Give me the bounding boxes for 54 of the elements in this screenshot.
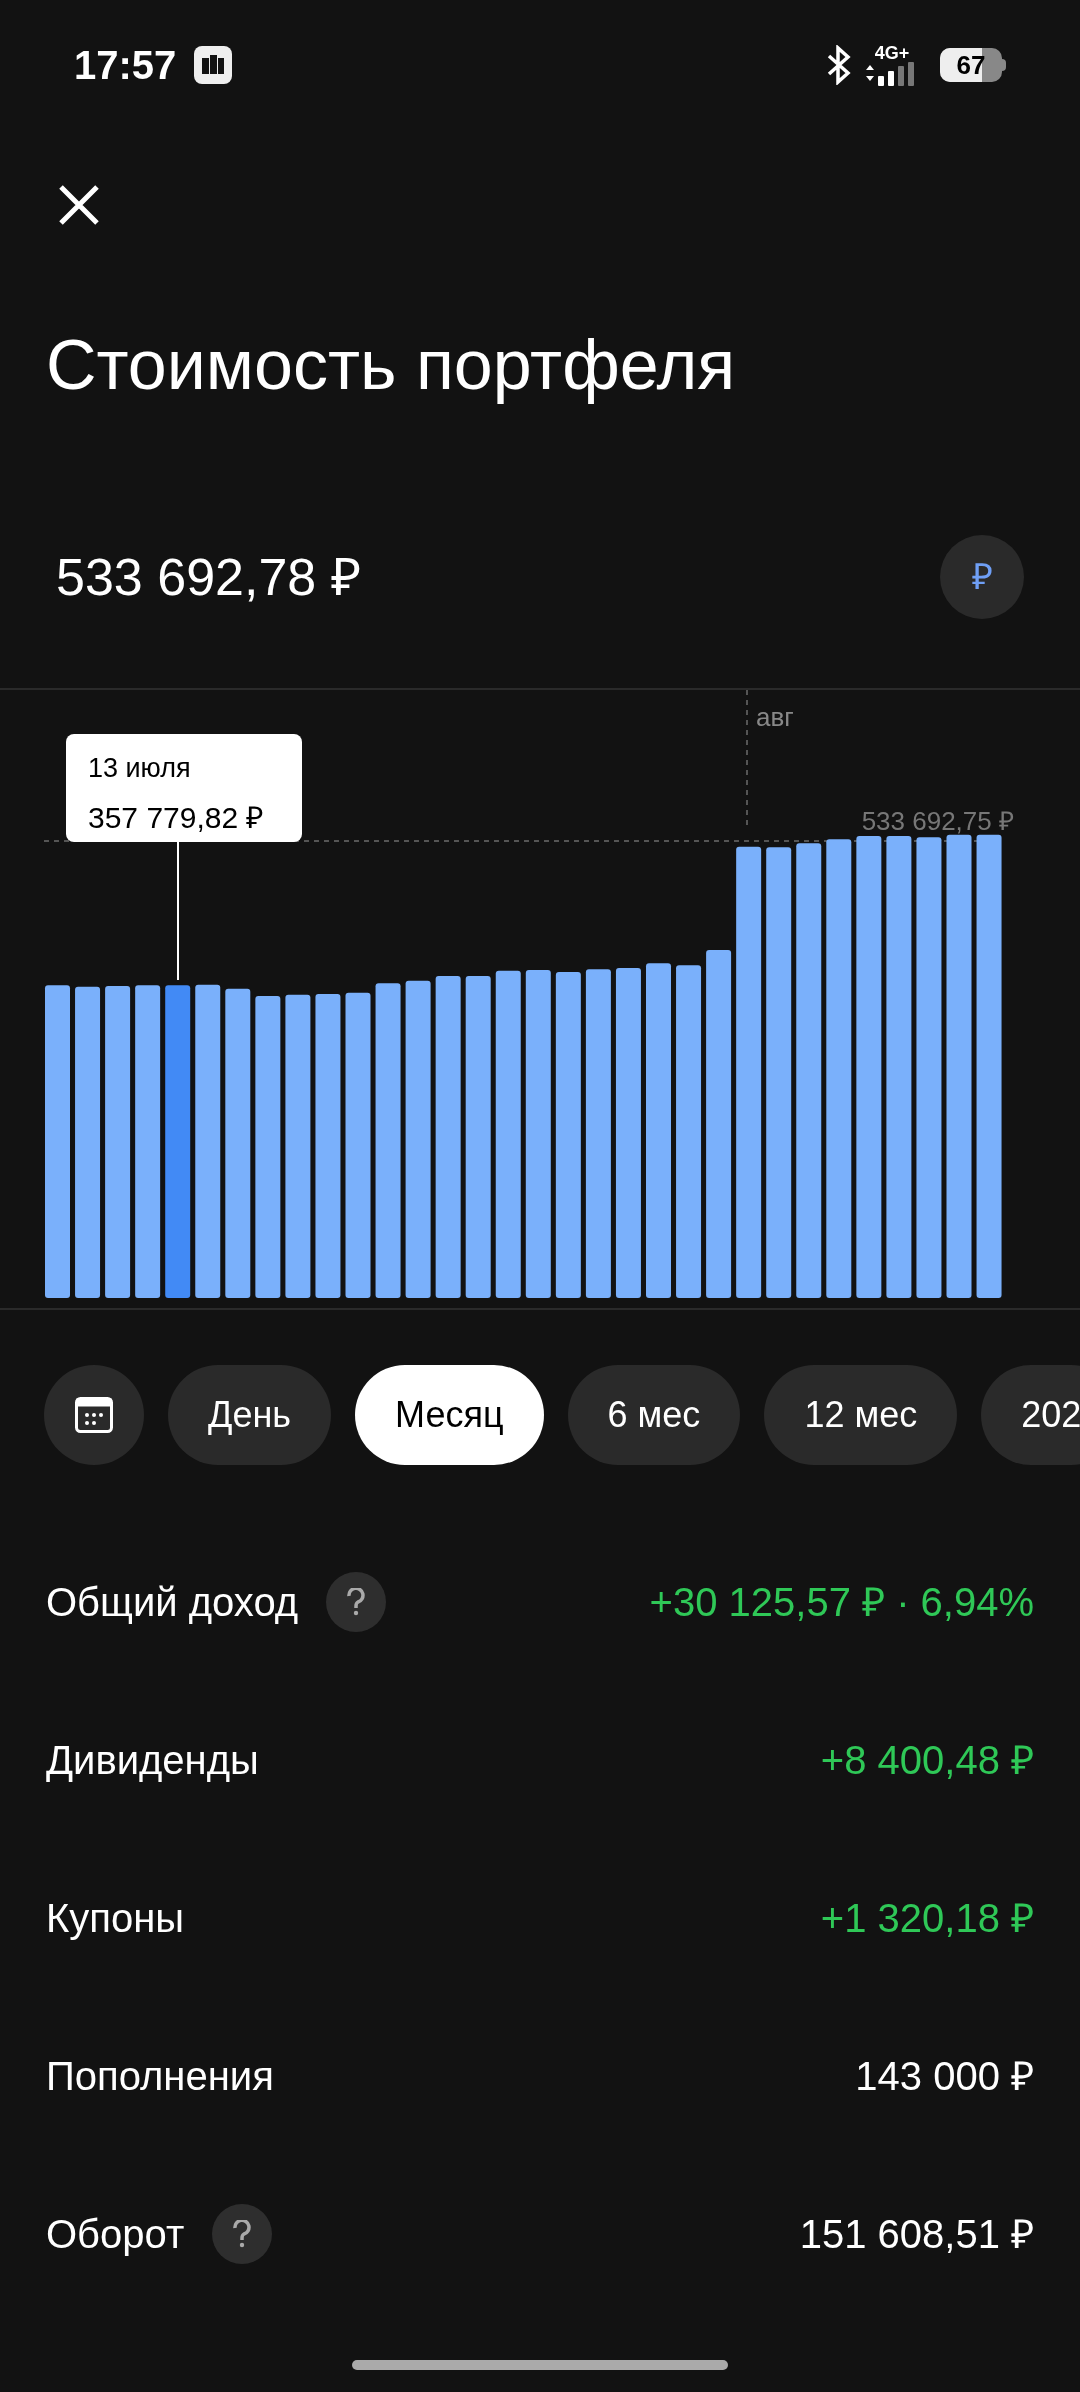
tooltip-value: 357 779,82 ₽ xyxy=(88,799,265,836)
chart-bar[interactable] xyxy=(285,994,311,1298)
stat-value: +8 400,48 ₽ xyxy=(820,1737,1034,1784)
stat-label: Оборот xyxy=(46,2211,185,2258)
bluetooth-icon xyxy=(826,45,852,85)
chart-bar[interactable] xyxy=(886,836,912,1298)
chart-bar[interactable] xyxy=(225,988,251,1298)
chart-bar[interactable] xyxy=(615,968,641,1298)
chart-bar[interactable] xyxy=(405,980,431,1298)
chart-bar[interactable] xyxy=(736,846,762,1298)
chart-bar[interactable] xyxy=(706,950,732,1298)
period-tab[interactable]: 6 мес xyxy=(567,1365,741,1465)
currency-button[interactable]: ₽ xyxy=(940,535,1024,619)
question-icon xyxy=(233,2220,252,2248)
chart-bar[interactable] xyxy=(585,969,611,1298)
stat-label: Общий доход xyxy=(46,1579,299,1626)
chart-bar[interactable] xyxy=(495,970,521,1298)
app-notification-icon xyxy=(194,46,233,84)
stat-label: Купоны xyxy=(46,1895,185,1942)
chart-bar[interactable] xyxy=(75,986,101,1298)
month-label: авг xyxy=(756,701,794,734)
chart-bar[interactable] xyxy=(105,986,131,1298)
stat-value: +1 320,18 ₽ xyxy=(820,1895,1034,1942)
chart-bar[interactable] xyxy=(796,843,822,1298)
stat-value: +30 125,57 ₽ · 6,94% xyxy=(649,1579,1034,1626)
chart-bar[interactable] xyxy=(826,839,852,1298)
tooltip-date: 13 июля xyxy=(88,752,192,785)
period-tab[interactable]: 12 мес xyxy=(764,1365,958,1465)
network-type: 4G+ xyxy=(874,44,910,62)
chart-bar[interactable] xyxy=(435,976,461,1298)
stat-label: Дивиденды xyxy=(46,1737,259,1784)
chart-bar[interactable] xyxy=(525,970,551,1298)
chart-bar[interactable] xyxy=(195,984,221,1298)
page-title: Стоимость портфеля xyxy=(45,325,737,406)
chart-bar[interactable] xyxy=(465,976,491,1298)
question-icon xyxy=(347,1588,366,1616)
period-tab[interactable]: 202 xyxy=(981,1365,1080,1465)
max-value-label: 533 692,75 ₽ xyxy=(861,805,1014,838)
chart-bar[interactable] xyxy=(676,965,702,1298)
status-time: 17:57 xyxy=(74,42,177,89)
stat-value: 143 000 ₽ xyxy=(855,2053,1034,2100)
portfolio-value: 533 692,78 ₽ xyxy=(56,547,361,608)
calendar-icon xyxy=(75,1397,113,1433)
period-tab[interactable]: Месяц xyxy=(355,1365,544,1465)
stat-label: Пополнения xyxy=(46,2053,274,2100)
stat-value: 151 608,51 ₽ xyxy=(799,2211,1034,2258)
battery-indicator: 67 xyxy=(940,48,1006,82)
chart-bar[interactable] xyxy=(255,996,281,1298)
chart-bar[interactable] xyxy=(135,985,161,1298)
chart-bar[interactable] xyxy=(165,985,191,1298)
period-tab[interactable]: День xyxy=(168,1365,332,1465)
chart-bar[interactable] xyxy=(555,972,581,1298)
chart-bar[interactable] xyxy=(766,847,792,1298)
chart-bar[interactable] xyxy=(856,836,882,1298)
